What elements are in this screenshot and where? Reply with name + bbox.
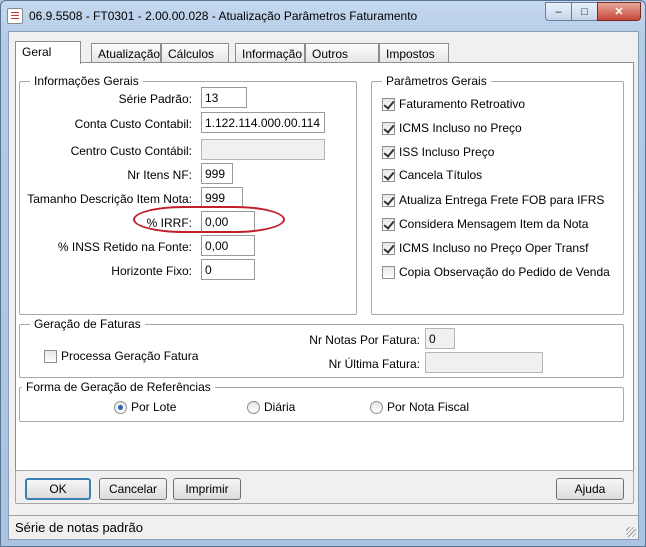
checkbox-icon[interactable] — [382, 265, 395, 279]
field-label: Centro Custo Contábil: — [70, 144, 192, 158]
check-label: ICMS Incluso no Preço Oper Transf — [399, 241, 589, 255]
centro-custo-input — [201, 139, 325, 160]
tab-outros[interactable]: Outros — [305, 43, 379, 63]
group-forma-geracao: Forma de Geração de Referências Por Lote… — [19, 380, 624, 422]
tab-geral[interactable]: Geral — [15, 41, 81, 64]
maximize-icon[interactable]: □ — [571, 2, 598, 21]
horizonte-fixo-input[interactable]: 0 — [201, 259, 255, 280]
check-label: Considera Mensagem Item da Nota — [399, 217, 589, 231]
group-title: Parâmetros Gerais — [382, 74, 491, 88]
field-label: % INSS Retido na Fonte: — [57, 240, 192, 254]
resize-grip-icon[interactable] — [626, 527, 636, 537]
radio-label: Diária — [264, 400, 296, 414]
nr-notas-fatura-input: 0 — [425, 328, 455, 349]
group-parametros-gerais: Parâmetros Gerais Faturamento Retroativo… — [371, 74, 624, 315]
check-atualiza-entrega[interactable]: Atualiza Entrega Frete FOB para IFRS — [382, 193, 604, 207]
check-faturamento-retroativo[interactable]: Faturamento Retroativo — [382, 97, 525, 111]
checkbox-icon[interactable] — [382, 241, 395, 255]
group-geracao-faturas: Geração de Faturas Processa Geração Fatu… — [19, 317, 624, 378]
highlight-annotation — [133, 206, 285, 233]
close-icon[interactable]: ✕ — [597, 2, 641, 21]
radio-diaria[interactable]: Diária — [247, 400, 295, 414]
check-label: Faturamento Retroativo — [399, 97, 526, 111]
radio-icon[interactable] — [370, 400, 383, 414]
check-considera-mensagem[interactable]: Considera Mensagem Item da Nota — [382, 217, 588, 231]
radio-por-lote[interactable]: Por Lote — [114, 400, 176, 414]
window-title: 06.9.5508 - FT0301 - 2.00.00.028 - Atual… — [29, 9, 418, 23]
field-label: Nr Itens NF: — [127, 168, 192, 182]
checkbox-icon[interactable] — [382, 168, 395, 182]
radio-label: Por Lote — [131, 400, 177, 414]
tab-panel-geral: Informações Gerais Série Padrão: 13 Cont… — [15, 62, 634, 485]
field-label: Conta Custo Contabil: — [74, 117, 192, 131]
nr-itens-nf-input[interactable]: 999 — [201, 163, 233, 184]
check-label: ISS Incluso Preço — [399, 145, 495, 159]
radio-por-nota-fiscal[interactable]: Por Nota Fiscal — [370, 400, 469, 414]
field-label: Horizonte Fixo: — [111, 264, 192, 278]
tab-label: Informação — [242, 47, 303, 61]
tab-label: Geral — [22, 45, 52, 59]
ok-button[interactable]: OK — [25, 478, 91, 500]
check-icms-oper-transf[interactable]: ICMS Incluso no Preço Oper Transf — [382, 241, 588, 255]
inss-retido-input[interactable]: 0,00 — [201, 235, 255, 256]
checkbox-icon[interactable] — [44, 349, 57, 363]
check-icms-incluso[interactable]: ICMS Incluso no Preço — [382, 121, 522, 135]
tab-informacao[interactable]: Informação — [235, 43, 305, 63]
check-label: Cancela Títulos — [399, 168, 483, 182]
cancelar-button[interactable]: Cancelar — [99, 478, 167, 500]
group-informacoes-gerais: Informações Gerais Série Padrão: 13 Cont… — [19, 74, 357, 315]
ajuda-button[interactable]: Ajuda — [556, 478, 624, 500]
button-bar: OK Cancelar Imprimir Ajuda — [15, 470, 634, 504]
check-processa-geracao[interactable]: Processa Geração Fatura — [44, 349, 198, 363]
conta-custo-input[interactable]: 1.122.114.000.00.114 — [201, 112, 325, 133]
radio-label: Por Nota Fiscal — [387, 400, 470, 414]
check-label: Copia Observação do Pedido de Venda — [399, 265, 610, 279]
tab-label: Impostos — [386, 47, 435, 61]
checkbox-icon[interactable] — [382, 193, 395, 207]
tab-label: Cálculos — [168, 47, 215, 61]
status-text: Série de notas padrão — [15, 520, 143, 535]
check-label: ICMS Incluso no Preço — [399, 121, 522, 135]
check-copia-observacao[interactable]: Copia Observação do Pedido de Venda — [382, 265, 610, 279]
field-label: Tamanho Descrição Item Nota: — [27, 192, 192, 206]
checkbox-icon[interactable] — [382, 97, 395, 111]
check-label: Atualiza Entrega Frete FOB para IFRS — [399, 193, 605, 207]
group-title: Informações Gerais — [30, 74, 143, 88]
tab-impostos[interactable]: Impostos — [379, 43, 449, 63]
check-label: Processa Geração Fatura — [61, 349, 199, 363]
status-bar: Série de notas padrão — [9, 515, 638, 539]
group-title: Geração de Faturas — [30, 317, 145, 331]
field-label: Nr Última Fatura: — [328, 357, 420, 371]
title-bar[interactable]: 06.9.5508 - FT0301 - 2.00.00.028 - Atual… — [1, 1, 645, 31]
tab-label: Outros — [312, 47, 349, 61]
field-label: Série Padrão: — [118, 92, 192, 106]
window-controls: – □ ✕ — [545, 2, 641, 21]
dialog-client: Geral Atualização Cálculos Informação Ou… — [8, 31, 639, 540]
checkbox-icon[interactable] — [382, 145, 395, 159]
group-title: Forma de Geração de Referências — [22, 380, 215, 394]
app-icon — [7, 8, 23, 24]
check-cancela-titulos[interactable]: Cancela Títulos — [382, 168, 482, 182]
tab-atualizacao[interactable]: Atualização — [91, 43, 161, 63]
tamanho-descricao-input[interactable]: 999 — [201, 187, 243, 208]
serie-padrao-input[interactable]: 13 — [201, 87, 247, 108]
app-window: 06.9.5508 - FT0301 - 2.00.00.028 - Atual… — [0, 0, 646, 547]
nr-ultima-fatura-input — [425, 352, 543, 373]
check-iss-incluso[interactable]: ISS Incluso Preço — [382, 145, 494, 159]
checkbox-icon[interactable] — [382, 217, 395, 231]
minimize-icon[interactable]: – — [545, 2, 572, 21]
field-label: Nr Notas Por Fatura: — [309, 333, 420, 347]
tab-calculos[interactable]: Cálculos — [161, 43, 229, 63]
tab-label: Atualização — [98, 47, 161, 61]
imprimir-button[interactable]: Imprimir — [173, 478, 241, 500]
radio-icon[interactable] — [114, 400, 127, 414]
checkbox-icon[interactable] — [382, 121, 395, 135]
radio-icon[interactable] — [247, 400, 260, 414]
